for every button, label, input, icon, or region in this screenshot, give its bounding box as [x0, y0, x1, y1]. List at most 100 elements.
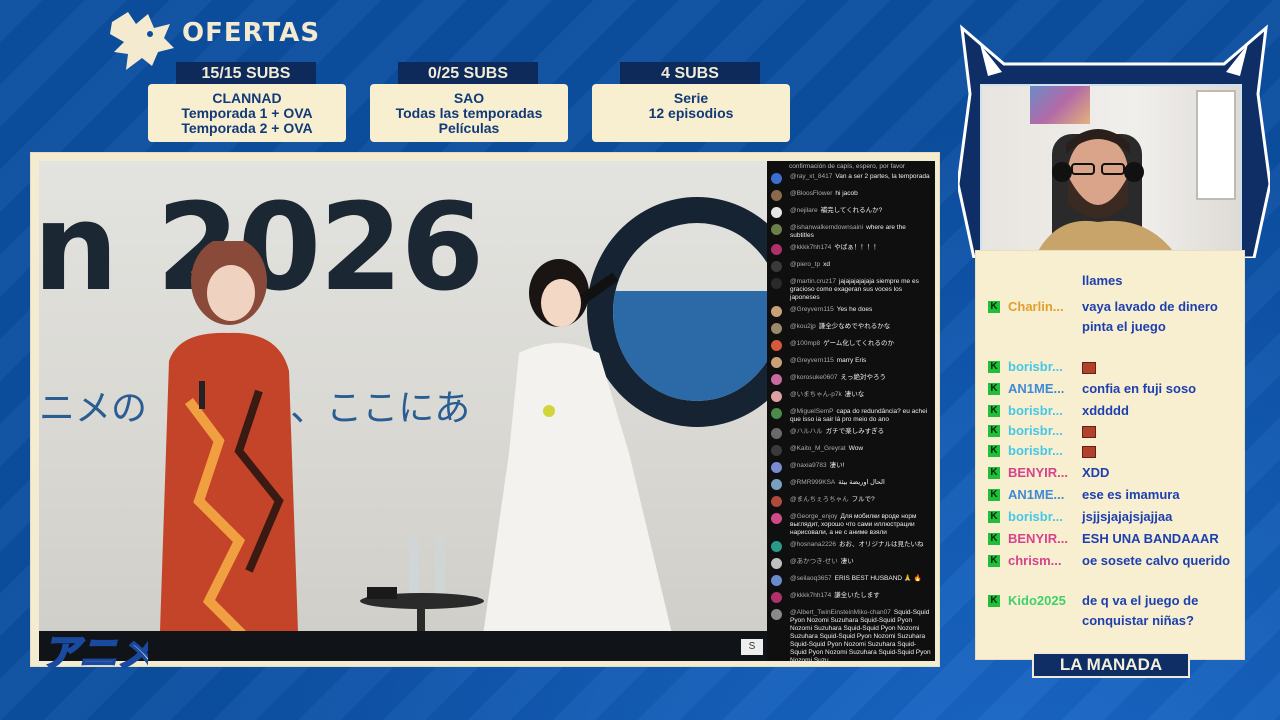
chat-avatar-icon[interactable] — [771, 479, 782, 490]
chat-avatar-icon[interactable] — [771, 513, 782, 524]
chat-username[interactable]: @kkkk7hh174 — [790, 592, 831, 599]
offer-line-1: CLANNAD — [212, 90, 282, 106]
chat-username[interactable]: @BloosFlower — [790, 190, 832, 197]
offer-card: SAO Todas las temporadas Películas — [370, 84, 568, 142]
video-frame: n 2026 ニメの が、ここにあ S confirmación de capí… — [30, 152, 940, 667]
chat-username[interactable]: @Albert_TwinEinsteinMiko-chan07 — [790, 609, 891, 616]
chat-username[interactable]: @ishanwalkemdownsaini — [790, 224, 863, 231]
chat-username[interactable]: borisbr... — [1008, 421, 1078, 441]
chat-avatar-icon[interactable] — [771, 244, 782, 255]
chat-avatar-icon[interactable] — [771, 445, 782, 456]
chat-avatar-icon[interactable] — [771, 462, 782, 473]
chat-username[interactable]: @naxia9783 — [790, 462, 827, 469]
kick-badge-icon: K — [988, 445, 1000, 457]
chat-avatar-icon[interactable] — [771, 323, 782, 334]
twitch-chat-panel: llames K Charlin... vaya lavado de dinero p… — [975, 250, 1245, 660]
offer-line-2: Todas las temporadas — [395, 105, 543, 121]
chat-username[interactable]: @Greyvern115 — [790, 306, 834, 313]
chat-avatar-icon[interactable] — [771, 190, 782, 201]
video-settings-icon[interactable]: S — [741, 639, 763, 655]
chat-username[interactable]: Charlin... — [1008, 297, 1078, 317]
chat-username[interactable]: borisbr... — [1008, 357, 1078, 377]
chat-avatar-icon[interactable] — [771, 224, 782, 235]
chat-avatar-icon[interactable] — [771, 340, 782, 351]
kick-badge-icon: K — [988, 361, 1000, 373]
chat-avatar-icon[interactable] — [771, 173, 782, 184]
chat-message-text: de q va el juego de conquistar niñas? — [1082, 593, 1199, 628]
chat-username[interactable]: borisbr... — [1008, 441, 1078, 461]
youtube-chat-message: @naxia9783 凄い! — [767, 460, 935, 477]
chat-username[interactable]: AN1ME... — [1008, 379, 1078, 399]
brand-title: OFERTAS — [182, 18, 321, 48]
chat-username[interactable]: borisbr... — [1008, 507, 1078, 527]
chat-username[interactable]: @RMR999KSA — [790, 479, 835, 486]
chat-avatar-icon[interactable] — [771, 374, 782, 385]
video-player[interactable]: n 2026 ニメの が、ここにあ S — [39, 161, 767, 661]
chat-avatar-icon[interactable] — [771, 207, 782, 218]
chat-username[interactable]: chrism... — [1008, 551, 1078, 571]
chat-username[interactable]: AN1ME... — [1008, 485, 1078, 505]
chat-message-text: 謙全いたします — [834, 592, 880, 599]
chat-username[interactable]: @piero_tp — [790, 261, 820, 268]
offer-clannad: 15/15 SUBS CLANNAD Temporada 1 + OVA Tem… — [148, 62, 346, 144]
chat-message-text — [1082, 357, 1232, 377]
chat-username[interactable]: @100mp8 — [790, 340, 820, 347]
youtube-chat-message: @Greyvern115 marry Eris — [767, 355, 935, 372]
chat-message-text: vaya lavado de dinero pinta el juego — [1082, 299, 1218, 334]
chat-message-text: hi jacob — [835, 190, 858, 197]
kick-badge-icon: K — [988, 555, 1000, 567]
chat-avatar-icon[interactable] — [771, 558, 782, 569]
chat-message-text: ERIS BEST HUSBAND 🙏 🔥 — [834, 575, 922, 582]
chat-username[interactable]: @まんちぇろちゃん — [790, 496, 849, 503]
chat-username[interactable]: @あかつき-せい — [790, 558, 838, 565]
chat-avatar-icon[interactable] — [771, 261, 782, 272]
youtube-chat-message: @ray_xt_8417 Van a ser 2 partes, la tempo… — [767, 171, 935, 188]
chat-username[interactable]: @Kaito_M_Greyrat — [790, 445, 846, 452]
chat-username[interactable]: @nejilare — [790, 207, 818, 214]
chat-avatar-icon[interactable] — [771, 391, 782, 402]
chat-username[interactable]: @martin.cruz17 — [790, 278, 836, 285]
chat-avatar-icon[interactable] — [771, 541, 782, 552]
youtube-chat-message: @Kaito_M_Greyrat Wow — [767, 443, 935, 460]
chat-username[interactable]: @ray_xt_8417 — [790, 173, 832, 180]
chat-message-text: oe sosete calvo querido — [1082, 553, 1231, 568]
youtube-chat-message: @Greyvern115 Yes he does — [767, 304, 935, 321]
chat-username[interactable]: @いまちゃん-p7k — [790, 391, 842, 398]
chat-message-text — [1082, 421, 1232, 441]
chat-message-text: ゲーム化してくれるのか — [823, 340, 895, 347]
chat-message-text: おお、オリジナルは見たいね — [839, 541, 924, 548]
chat-avatar-icon[interactable] — [771, 609, 782, 620]
chat-username[interactable]: @Greyvern115 — [790, 357, 834, 364]
chat-message-text: الحال اوريضة بيئة — [838, 479, 885, 486]
svg-text:アニメ: アニメ — [42, 631, 148, 675]
chat-username[interactable]: @hosnana2226 — [790, 541, 836, 548]
chat-avatar-icon[interactable] — [771, 496, 782, 507]
chat-username[interactable]: @kkkk7hh174 — [790, 244, 831, 251]
chat-username[interactable]: borisbr... — [1008, 401, 1078, 421]
chat-username[interactable]: BENYIR... — [1008, 529, 1078, 549]
chat-username[interactable]: @korosuke0607 — [790, 374, 837, 381]
chat-avatar-icon[interactable] — [771, 575, 782, 586]
chat-message-text: marry Eris — [836, 357, 867, 364]
youtube-chat-message: @martin.cruz17 jajajajajajaja siempre me … — [767, 276, 935, 304]
youtube-chat-message: @あかつき-せい 凄い — [767, 556, 935, 573]
chat-avatar-icon[interactable] — [771, 428, 782, 439]
chat-username[interactable]: @seilaoq3657 — [790, 575, 832, 582]
chat-avatar-icon[interactable] — [771, 408, 782, 419]
chat-avatar-icon[interactable] — [771, 357, 782, 368]
chat-message-text: Wow — [848, 445, 864, 452]
chat-username[interactable]: Kido2025 — [1008, 591, 1078, 611]
chat-username[interactable]: @ハルハル — [790, 428, 823, 435]
chat-message-text: Squid-Squid Pyon Nozomi Suzuhara Squid-S… — [790, 609, 931, 661]
chat-username[interactable]: @MiguelSemP — [790, 408, 833, 415]
presenter-right — [479, 259, 679, 661]
youtube-chat-message: @100mp8 ゲーム化してくれるのか — [767, 338, 935, 355]
youtube-chat-message: @George_enjoy Для мобилки вроде норм выгл… — [767, 511, 935, 539]
chat-username[interactable]: @kou2jp — [790, 323, 816, 330]
chat-avatar-icon[interactable] — [771, 592, 782, 603]
chat-avatar-icon[interactable] — [771, 306, 782, 317]
youtube-chat-message: @seilaoq3657 ERIS BEST HUSBAND 🙏 🔥 — [767, 573, 935, 590]
chat-avatar-icon[interactable] — [771, 278, 782, 289]
chat-username[interactable]: BENYIR... — [1008, 463, 1078, 483]
chat-username[interactable]: @George_enjoy — [790, 513, 837, 520]
